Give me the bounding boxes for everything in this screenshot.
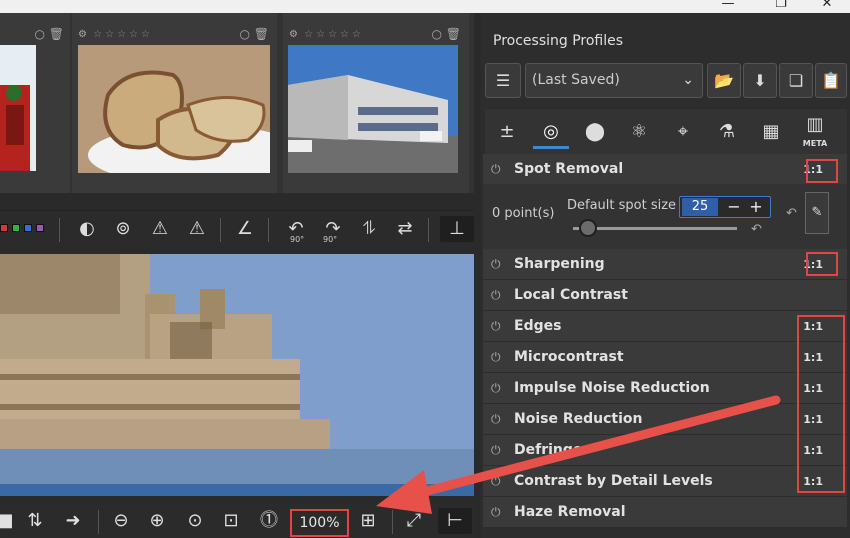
annotation-arrow [376, 395, 781, 514]
app-window: — ❐ ✕ ○ 🗑 ⚙ ☆☆☆☆☆ ○ 🗑 ⚙ ☆☆☆☆☆ ○ 🗑 ◐ ⊚ ⚠ … [0, 0, 850, 538]
